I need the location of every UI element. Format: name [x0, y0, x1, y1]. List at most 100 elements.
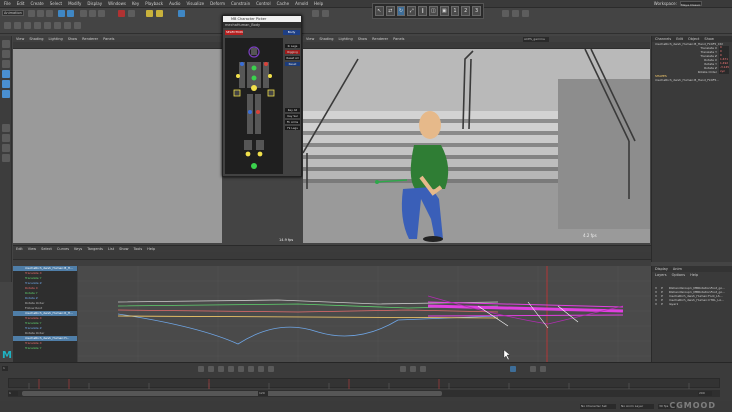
shelf-tab-icon[interactable]: [4, 22, 11, 29]
selection-button[interactable]: SELECTION: [225, 30, 243, 35]
toggle-panel-icon[interactable]: [178, 10, 185, 17]
viewport-menu-shading[interactable]: Shading: [319, 37, 333, 41]
shelf-fx-icon[interactable]: [74, 22, 81, 29]
four-view-icon[interactable]: [2, 134, 10, 142]
viewport-menu-lighting[interactable]: Lighting: [339, 37, 353, 41]
layer-menu-layers[interactable]: Layers: [655, 273, 667, 277]
lasso-tool-icon[interactable]: [2, 50, 10, 58]
range-start-field[interactable]: 1: [8, 391, 18, 396]
menu-audio[interactable]: Audio: [169, 1, 180, 6]
graph-menu-keys[interactable]: Keys: [74, 247, 82, 251]
snap-grid-icon[interactable]: [80, 10, 87, 17]
graph-layout-icon[interactable]: [2, 154, 10, 162]
graph-menu-view[interactable]: View: [28, 247, 36, 251]
channel-box-tab-edit[interactable]: Edit: [676, 37, 683, 41]
graph-menu-select[interactable]: Select: [41, 247, 52, 251]
menu-constrain[interactable]: Constrain: [231, 1, 250, 6]
picker-side-button-6[interactable]: Fk Arms: [285, 120, 300, 124]
tool-button-9[interactable]: 3: [472, 6, 481, 16]
graph-menu-help[interactable]: Help: [147, 247, 155, 251]
menu-cache[interactable]: Cache: [277, 1, 289, 6]
menu-set-dropdown[interactable]: Animation: [2, 10, 24, 16]
snap-point-icon[interactable]: [98, 10, 105, 17]
auto-key-icon[interactable]: [410, 366, 416, 372]
menu-display[interactable]: Display: [87, 1, 102, 6]
camera-icon[interactable]: [322, 10, 329, 17]
scale-tool-icon[interactable]: [2, 90, 10, 98]
viewport-left[interactable]: View Shading Lighting Show Renderer Panels: [13, 36, 222, 243]
open-scene-icon[interactable]: [37, 10, 44, 17]
picker-right-shoulder-ctrl[interactable]: [264, 62, 268, 66]
viewport-menu-panels[interactable]: Panels: [103, 37, 114, 41]
channel-box-tab-channels[interactable]: Channels: [655, 37, 671, 41]
tool-button-7[interactable]: 1: [450, 6, 460, 16]
tool-button-4[interactable]: ∥: [418, 6, 427, 16]
menu-control[interactable]: Control: [256, 1, 270, 6]
layer-row[interactable]: V Player1: [652, 302, 732, 306]
camera-field[interactable]: ACES_gamma: [523, 37, 549, 42]
picker-side-button-3[interactable]: Reset: [285, 62, 300, 66]
tool-settings-icon[interactable]: [512, 10, 519, 17]
range-slider[interactable]: 1 120 200: [8, 390, 720, 397]
play-backwards-icon[interactable]: [228, 366, 234, 372]
picker-canvas[interactable]: [225, 38, 283, 174]
character-icon[interactable]: [146, 10, 153, 17]
menu-file[interactable]: File: [4, 1, 11, 6]
layer-visibility-toggle[interactable]: V: [655, 302, 657, 306]
snap-keys-icon[interactable]: [510, 366, 516, 372]
layer-menu-help[interactable]: Help: [690, 273, 698, 277]
tool-button-3[interactable]: ⤢: [407, 6, 417, 16]
tool-button-6[interactable]: ▣: [439, 6, 449, 16]
graph-curve-view[interactable]: [78, 266, 651, 363]
save-scene-icon[interactable]: [46, 10, 53, 17]
graph-outliner-row[interactable]: Translate Y: [13, 346, 77, 351]
picker-side-button-0[interactable]: Ik Legs: [285, 44, 300, 48]
shelf-sculpt-icon[interactable]: [34, 22, 41, 29]
new-scene-icon[interactable]: [28, 10, 35, 17]
picker-left-foot-ctrl[interactable]: [245, 151, 251, 157]
ipr-icon[interactable]: [128, 10, 135, 17]
picker-side-button-4[interactable]: Key All: [285, 108, 300, 112]
layer-name[interactable]: layer1: [669, 302, 678, 306]
graph-menu-list[interactable]: List: [108, 247, 114, 251]
picker-body-diagram[interactable]: [225, 38, 283, 174]
tool-button-5[interactable]: ◫: [428, 6, 438, 16]
current-frame-field[interactable]: 1: [2, 366, 8, 371]
character-set-dropdown[interactable]: No Character Set: [580, 404, 616, 409]
shelf-render-icon[interactable]: [64, 22, 71, 29]
picker-head[interactable]: [251, 48, 257, 55]
viewport-menu-view[interactable]: View: [16, 37, 24, 41]
tool-button-8[interactable]: 2: [461, 6, 471, 16]
anim-end-field[interactable]: 200: [698, 391, 712, 396]
menu-arnold[interactable]: Arnold: [295, 1, 308, 6]
picker-left-elbow-ctrl[interactable]: [236, 74, 240, 78]
menu-help[interactable]: Help: [314, 1, 323, 6]
graph-menu-show[interactable]: Show: [119, 247, 128, 251]
picker-side-button-2[interactable]: Reset All: [285, 56, 300, 60]
picker-side-button-7[interactable]: Fk Legs: [285, 126, 300, 130]
menu-key[interactable]: Key: [132, 1, 139, 6]
viewport-menu-lighting[interactable]: Lighting: [49, 37, 63, 41]
shape-name[interactable]: mechaRich_dwsh_Human:B_Hand_Fk4F5...: [652, 78, 732, 82]
workspace-dropdown[interactable]: Maya Classic: [680, 1, 702, 7]
viewport-menu-view[interactable]: View: [306, 37, 314, 41]
shelf-rig-icon[interactable]: [44, 22, 51, 29]
render-icon[interactable]: [118, 10, 125, 17]
go-to-start-icon[interactable]: [198, 366, 204, 372]
play-forwards-icon[interactable]: [238, 366, 244, 372]
menu-select[interactable]: Select: [50, 1, 62, 6]
outliner-layout-icon[interactable]: [2, 144, 10, 152]
picker-spine-ctrl[interactable]: [251, 75, 257, 81]
viewport-perspective[interactable]: View Shading Lighting Show Renderer Panels AC…: [303, 36, 650, 243]
viewport-menu-panels[interactable]: Panels: [393, 37, 404, 41]
viewport-menu-renderer[interactable]: Renderer: [372, 37, 388, 41]
range-end-field[interactable]: 120: [258, 391, 268, 396]
snap-curve-icon[interactable]: [89, 10, 96, 17]
viewport-menu-show[interactable]: Show: [68, 37, 77, 41]
graph-menu-tools[interactable]: Tools: [134, 247, 143, 251]
picker-tab[interactable]: mechaHuman_Body: [223, 22, 301, 28]
channel-box-tab-object[interactable]: Object: [688, 37, 699, 41]
loop-icon[interactable]: [530, 366, 536, 372]
viewport-menu-shading[interactable]: Shading: [29, 37, 43, 41]
step-back-frame-icon[interactable]: [218, 366, 224, 372]
